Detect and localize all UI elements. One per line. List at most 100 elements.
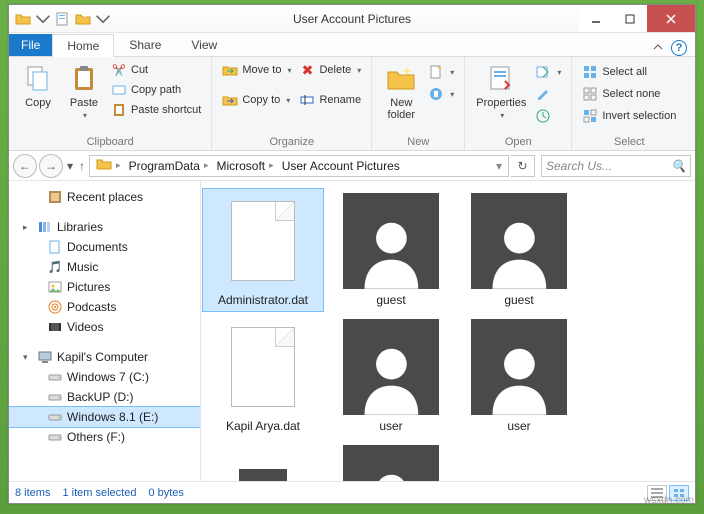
chevron-down-icon: ▾ [500,111,504,120]
file-label: guest [335,293,447,307]
group-open: Properties ▾ ▾ Open [465,57,572,150]
new-folder-label: New folder [388,97,416,121]
avatar-icon [343,319,439,415]
paste-shortcut-button[interactable]: Paste shortcut [109,101,203,119]
avatar-icon [471,319,567,415]
copy-path-icon [111,82,127,98]
up-button[interactable]: ↑ [77,159,87,173]
file-item[interactable]: user-200 [331,441,451,481]
breadcrumb-dropdown-icon[interactable]: ▾ [496,159,506,173]
minimize-button[interactable] [579,5,613,32]
move-to-icon [222,62,238,78]
file-item[interactable]: Kapil Arya.dat [203,315,323,437]
invert-icon [582,108,598,124]
paste-shortcut-icon [111,102,127,118]
nav-pane: Recent places ▸Libraries Documents 🎵Musi… [9,181,201,481]
refresh-button[interactable]: ↻ [511,155,535,177]
address-bar: ← → ▾ ↑ ▸ ProgramData▸ Microsoft▸ User A… [9,151,695,181]
invert-selection-button[interactable]: Invert selection [580,107,678,125]
chevron-down-icon: ▾ [286,96,290,105]
avatar-icon [239,469,287,481]
copy-to-button[interactable]: Copy to▾ [220,91,293,109]
copy-path-button[interactable]: Copy path [109,81,203,99]
breadcrumb[interactable]: ▸ ProgramData▸ Microsoft▸ User Account P… [89,155,509,177]
qat-dropdown2-icon[interactable] [95,11,111,27]
file-icon [231,327,295,407]
status-selected: 1 item selected [62,487,136,499]
explorer-window: User Account Pictures File Home Share Vi… [8,4,696,504]
properties-label: Properties [476,97,526,109]
sidebar-videos[interactable]: Videos [9,317,200,337]
new-item-button[interactable]: ▾ [426,63,456,81]
file-item[interactable]: user [459,315,579,437]
file-item[interactable]: user [331,315,451,437]
file-item[interactable]: user-40 [203,441,323,481]
sidebar-drive-c[interactable]: Windows 7 (C:) [9,367,200,387]
breadcrumb-item[interactable]: ProgramData▸ [125,159,213,173]
tab-share[interactable]: Share [114,33,176,56]
folder-icon [15,11,31,27]
rename-button[interactable]: Rename [297,91,363,109]
sidebar-drive-d[interactable]: BackUP (D:) [9,387,200,407]
window-title: User Account Pictures [293,12,411,26]
tab-home[interactable]: Home [52,34,114,57]
search-input[interactable]: Search Us... 🔍 [541,155,691,177]
file-item[interactable]: guest [331,189,451,311]
open-icon [535,64,551,80]
collapse-ribbon-icon[interactable] [653,41,663,55]
qat-dropdown-icon[interactable] [35,11,51,27]
select-all-button[interactable]: Select all [580,63,678,81]
file-item[interactable]: Administrator.dat [203,189,323,311]
copy-button[interactable]: Copy [17,61,59,109]
sidebar-drive-f[interactable]: Others (F:) [9,427,200,447]
cut-button[interactable]: ✂️Cut [109,61,203,79]
group-new-label: New [380,135,456,148]
history-button[interactable] [533,107,563,125]
move-to-button[interactable]: Move to▾ [220,61,293,79]
paste-button[interactable]: Paste ▾ [63,61,105,120]
file-item[interactable]: guest [459,189,579,311]
breadcrumb-item[interactable]: Microsoft▸ [212,159,277,173]
help-button[interactable]: ? [671,40,687,56]
computer-icon [37,349,53,365]
sidebar-podcasts[interactable]: Podcasts [9,297,200,317]
history-dropdown-icon[interactable]: ▾ [65,159,75,173]
close-button[interactable] [647,5,695,32]
file-view[interactable]: Administrator.dat guest guest Kapil Arya.da… [201,181,695,481]
select-none-button[interactable]: Select none [580,85,678,103]
forward-button[interactable]: → [39,154,63,178]
group-new: New folder ▾ ▾ New [372,57,465,150]
avatar-icon [343,193,439,289]
file-label: user [335,419,447,433]
new-folder-button[interactable]: New folder [380,61,422,121]
libraries-icon [37,219,53,235]
sidebar-documents[interactable]: Documents [9,237,200,257]
copy-icon [22,63,54,95]
chevron-down-icon: ▾ [23,352,33,363]
easy-access-button[interactable]: ▾ [426,85,456,103]
sidebar-libraries[interactable]: ▸Libraries [9,217,200,237]
properties-icon[interactable] [55,11,71,27]
tab-view[interactable]: View [176,33,232,56]
folder-icon [96,156,112,175]
maximize-button[interactable] [613,5,647,32]
file-tab[interactable]: File [9,34,52,56]
back-button[interactable]: ← [13,154,37,178]
newfolder-icon[interactable] [75,11,91,27]
sidebar-music[interactable]: 🎵Music [9,257,200,277]
paste-icon [68,63,100,95]
sidebar-computer[interactable]: ▾Kapil's Computer [9,347,200,367]
group-clipboard: Copy Paste ▾ ✂️Cut Copy path Paste short… [9,57,212,150]
breadcrumb-item[interactable]: User Account Pictures [278,159,404,173]
properties-button[interactable]: Properties ▾ [473,61,529,120]
music-icon: 🎵 [47,259,63,275]
edit-button[interactable] [533,85,563,103]
status-size: 0 bytes [148,487,183,499]
sidebar-drive-e[interactable]: Windows 8.1 (E:) [9,407,200,427]
sidebar-recent[interactable]: Recent places [9,187,200,207]
delete-button[interactable]: ✖Delete▾ [297,61,363,79]
documents-icon [47,239,63,255]
open-button[interactable]: ▾ [533,63,563,81]
search-icon: 🔍 [671,159,686,173]
sidebar-pictures[interactable]: Pictures [9,277,200,297]
